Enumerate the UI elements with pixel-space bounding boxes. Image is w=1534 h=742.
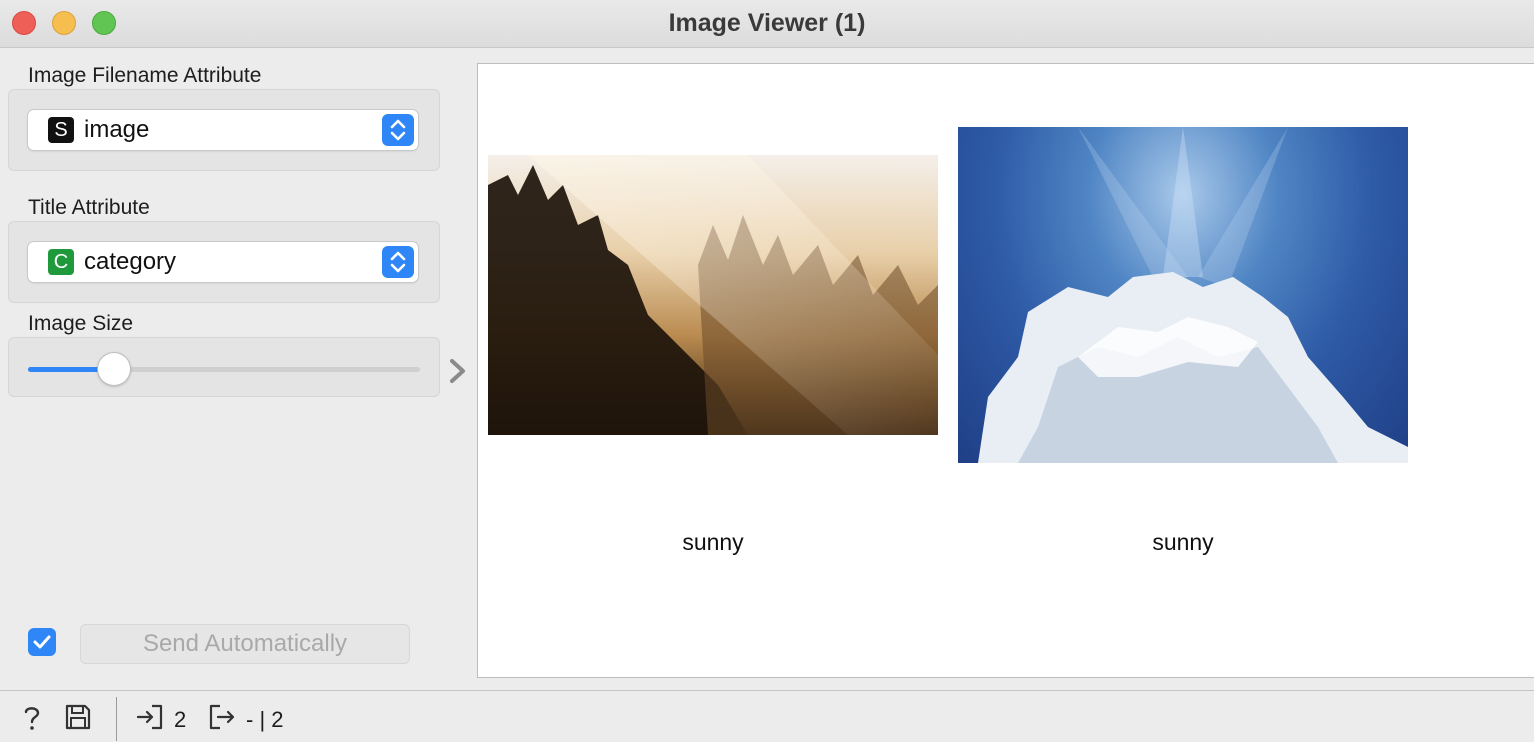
image-grid[interactable]: sunny sunny	[477, 63, 1534, 678]
input-count: 2	[174, 707, 187, 732]
string-type-icon: S	[48, 117, 74, 143]
updown-chevron-icon	[382, 114, 414, 146]
control-panel: Image Filename Attribute S image Title A…	[0, 49, 448, 690]
send-automatically-checkbox[interactable]	[28, 628, 56, 656]
image-size-box	[8, 337, 440, 397]
image-title: sunny	[682, 529, 744, 555]
help-icon[interactable]	[20, 703, 44, 738]
status-bar: 2 - | 2	[0, 690, 1534, 742]
filename-attribute-value: image	[84, 116, 150, 143]
title-attribute-value: category	[84, 248, 177, 275]
title-attribute-box: C category	[8, 221, 440, 303]
send-automatically-button[interactable]: Send Automatically	[80, 624, 410, 664]
forest-sunrays-image[interactable]	[488, 155, 938, 435]
image-size-label: Image Size	[28, 312, 134, 335]
image-title: sunny	[1152, 529, 1214, 555]
window-title: Image Viewer (1)	[668, 9, 866, 37]
output-icon	[208, 703, 236, 736]
image-size-slider[interactable]	[28, 367, 420, 372]
updown-chevron-icon	[382, 246, 414, 278]
sky-cloud-image[interactable]	[958, 127, 1408, 463]
continuous-type-icon: C	[48, 249, 74, 275]
title-attribute-label: Title Attribute	[28, 196, 150, 219]
filename-attribute-label: Image Filename Attribute	[28, 64, 262, 87]
save-icon[interactable]	[64, 703, 92, 736]
output-summary: - | 2	[246, 707, 284, 732]
slider-thumb[interactable]	[98, 353, 131, 385]
status-divider	[116, 697, 117, 741]
filename-attribute-box: S image	[8, 89, 440, 171]
title-attribute-combo[interactable]: C category	[28, 242, 418, 282]
title-bar: Image Viewer (1)	[0, 0, 1534, 48]
filename-attribute-combo[interactable]: S image	[28, 110, 418, 150]
input-icon	[136, 703, 164, 736]
collapse-panel-chevron-icon[interactable]	[446, 356, 470, 386]
